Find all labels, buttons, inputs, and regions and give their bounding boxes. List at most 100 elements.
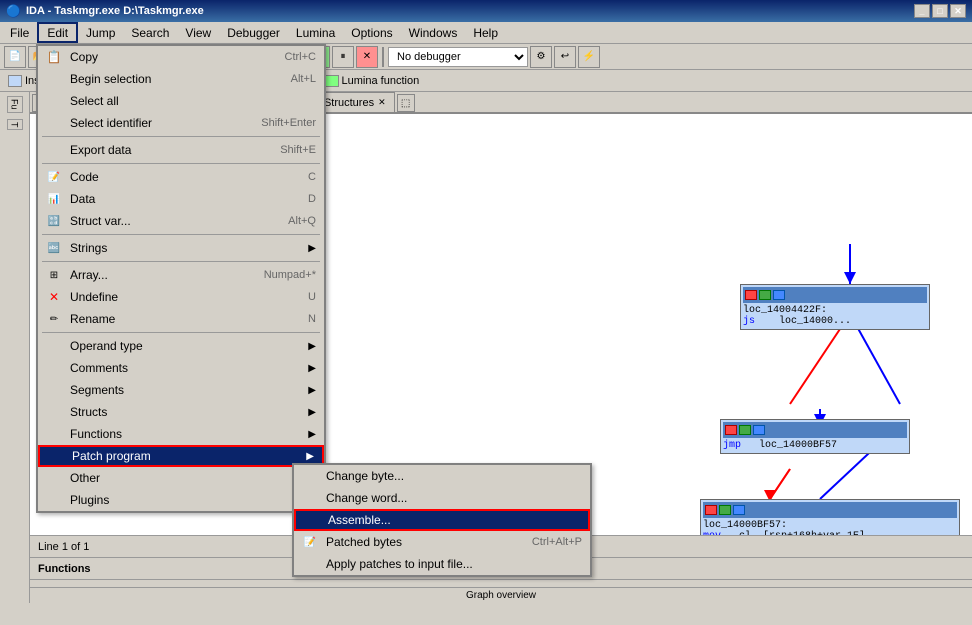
- resize-handle[interactable]: [30, 579, 972, 587]
- hex-view-close[interactable]: ✕: [260, 97, 268, 108]
- tab-toggle1[interactable]: ⬚: [157, 94, 175, 112]
- menu-edit[interactable]: Edit: [37, 22, 78, 43]
- tool8[interactable]: ⬆: [252, 46, 274, 68]
- tool3[interactable]: 🔶: [132, 46, 154, 68]
- tool6[interactable]: ⊕: [204, 46, 226, 68]
- tab-structures[interactable]: 🔤 Structures ✕: [298, 92, 394, 112]
- asm-line-label3: loc_14000BF57:: [703, 520, 957, 531]
- block2-icon3: [753, 425, 765, 435]
- nav-forward[interactable]: ●: [108, 46, 130, 68]
- legend-external: External symbol: [219, 75, 314, 87]
- tab-toggle2[interactable]: ⬚: [278, 94, 296, 112]
- external-label: External symbol: [236, 75, 314, 87]
- asm-block-3-header: [703, 502, 957, 518]
- tool5[interactable]: ⊕: [180, 46, 202, 68]
- legend-unexplored: Unexplored: [136, 75, 209, 87]
- save-button[interactable]: 💾: [52, 46, 74, 68]
- menu-help[interactable]: Help: [465, 22, 506, 43]
- minimize-button[interactable]: _: [914, 4, 930, 18]
- asm-block-2-header: [723, 422, 907, 438]
- debug-btn1[interactable]: ⚙: [530, 46, 552, 68]
- asm-block-3: loc_14000BF57: mov cl, [rsp+168h+var_1E]…: [700, 499, 960, 535]
- instruction-color: [8, 75, 22, 87]
- menu-jump[interactable]: Jump: [78, 22, 123, 43]
- titlebar: 🔵 IDA - Taskmgr.exe D:\Taskmgr.exe _ □ ✕: [0, 0, 972, 22]
- t-tab-side[interactable]: T: [7, 119, 23, 131]
- instruction-label: Instruction: [25, 75, 76, 87]
- menu-windows[interactable]: Windows: [401, 22, 466, 43]
- structures-label: Structures: [324, 97, 374, 109]
- menu-options[interactable]: Options: [343, 22, 400, 43]
- window-controls[interactable]: _ □ ✕: [914, 4, 966, 18]
- structures-close[interactable]: ✕: [378, 97, 386, 108]
- block-icon-img: [745, 290, 757, 300]
- main-area: Fu T ✕ 📋 IDA View-A ✕ ⬚ ⬚ Hex View-1 ✕ ⬚…: [0, 92, 972, 603]
- asm-line-jmp: jmp loc_14000BF57: [723, 440, 907, 451]
- separator1: [78, 47, 80, 67]
- block3-icon3: [733, 505, 745, 515]
- unexplored-label: Unexplored: [153, 75, 209, 87]
- external-color: [219, 75, 233, 87]
- tab-hex-view[interactable]: ⬚ Hex View-1 ✕: [177, 92, 276, 112]
- graph-area[interactable]: loc_14004422F: js loc_14000... jmp loc_1…: [30, 114, 972, 535]
- menu-debugger[interactable]: Debugger: [219, 22, 288, 43]
- ida-view-close[interactable]: ✕: [139, 97, 147, 108]
- debugger-select[interactable]: No debugger: [388, 47, 528, 67]
- tab-toggle3[interactable]: ⬚: [397, 94, 415, 112]
- menu-view[interactable]: View: [177, 22, 219, 43]
- close-button[interactable]: ✕: [950, 4, 966, 18]
- block-icon-img3: [773, 290, 785, 300]
- open-button[interactable]: 📂: [28, 46, 50, 68]
- menu-search[interactable]: Search: [123, 22, 177, 43]
- tab-ida-view[interactable]: 📋 IDA View-A ✕: [54, 92, 155, 112]
- graph-overview-label: Graph overview: [30, 587, 972, 603]
- nav-back[interactable]: ◀: [84, 46, 106, 68]
- maximize-button[interactable]: □: [932, 4, 948, 18]
- new-button[interactable]: 📄: [4, 46, 26, 68]
- tool7[interactable]: ▶: [228, 46, 250, 68]
- pause-button[interactable]: ⏸: [332, 46, 354, 68]
- asm-block-2: jmp loc_14000BF57: [720, 419, 910, 454]
- stop-button[interactable]: ✕: [356, 46, 378, 68]
- lumina-label: Lumina function: [342, 75, 420, 87]
- functions-bottom-label: Functions: [30, 557, 972, 579]
- asm-block-1: loc_14004422F: js loc_14000...: [740, 284, 930, 330]
- data-color: [86, 75, 100, 87]
- asm-block-2-code: jmp loc_14000BF57: [723, 440, 907, 451]
- menubar: File Edit Jump Search View Debugger Lumi…: [0, 22, 972, 44]
- left-sidebar: Fu T: [0, 92, 30, 603]
- tab-bar: ✕ 📋 IDA View-A ✕ ⬚ ⬚ Hex View-1 ✕ ⬚ 🔤 St…: [30, 92, 972, 114]
- tab-close-left[interactable]: ✕: [32, 94, 50, 112]
- debug-btn2[interactable]: ↩: [554, 46, 576, 68]
- hex-view-label: Hex View-1: [200, 97, 256, 109]
- asm-block-1-code: loc_14004422F: js loc_14000...: [743, 305, 927, 327]
- legend-bar: Instruction Data Unexplored External sym…: [0, 70, 972, 92]
- app-icon: 🔵: [6, 3, 22, 19]
- menu-file[interactable]: File: [2, 22, 37, 43]
- block-icon-img2: [759, 290, 771, 300]
- ida-view-icon: 📋: [63, 97, 75, 108]
- tool9[interactable]: ↗: [276, 46, 298, 68]
- block2-icon1: [725, 425, 737, 435]
- functions-tab-side[interactable]: Fu: [7, 96, 23, 113]
- block3-icon1: [705, 505, 717, 515]
- graph-overview-text: Graph overview: [466, 590, 536, 601]
- title-text: IDA - Taskmgr.exe D:\Taskmgr.exe: [26, 5, 914, 17]
- separator2: [302, 47, 304, 67]
- lumina-color: [325, 75, 339, 87]
- hex-view-icon: ⬚: [186, 97, 195, 108]
- legend-data: Data: [86, 75, 126, 87]
- unexplored-color: [136, 75, 150, 87]
- toolbar: 📄 📂 💾 ◀ ● 🔶 🔷 ⊕ ⊕ ▶ ⬆ ↗ ▶ ⏸ ✕ No debugge…: [0, 44, 972, 70]
- run-button[interactable]: ▶: [308, 46, 330, 68]
- debug-btn3[interactable]: ⚡: [578, 46, 600, 68]
- asm-line-mov: mov cl, [rsp+168h+var_1E]: [703, 531, 957, 535]
- asm-block-1-header: [743, 287, 927, 303]
- asm-block-3-code: loc_14000BF57: mov cl, [rsp+168h+var_1E]…: [703, 520, 957, 535]
- bottom-panel: Line 1 of 1: [30, 535, 972, 557]
- asm-line-1: js loc_14000...: [743, 316, 927, 327]
- menu-lumina[interactable]: Lumina: [288, 22, 343, 43]
- tool4[interactable]: 🔷: [156, 46, 178, 68]
- functions-text: Functions: [38, 563, 91, 575]
- legend-lumina: Lumina function: [325, 75, 420, 87]
